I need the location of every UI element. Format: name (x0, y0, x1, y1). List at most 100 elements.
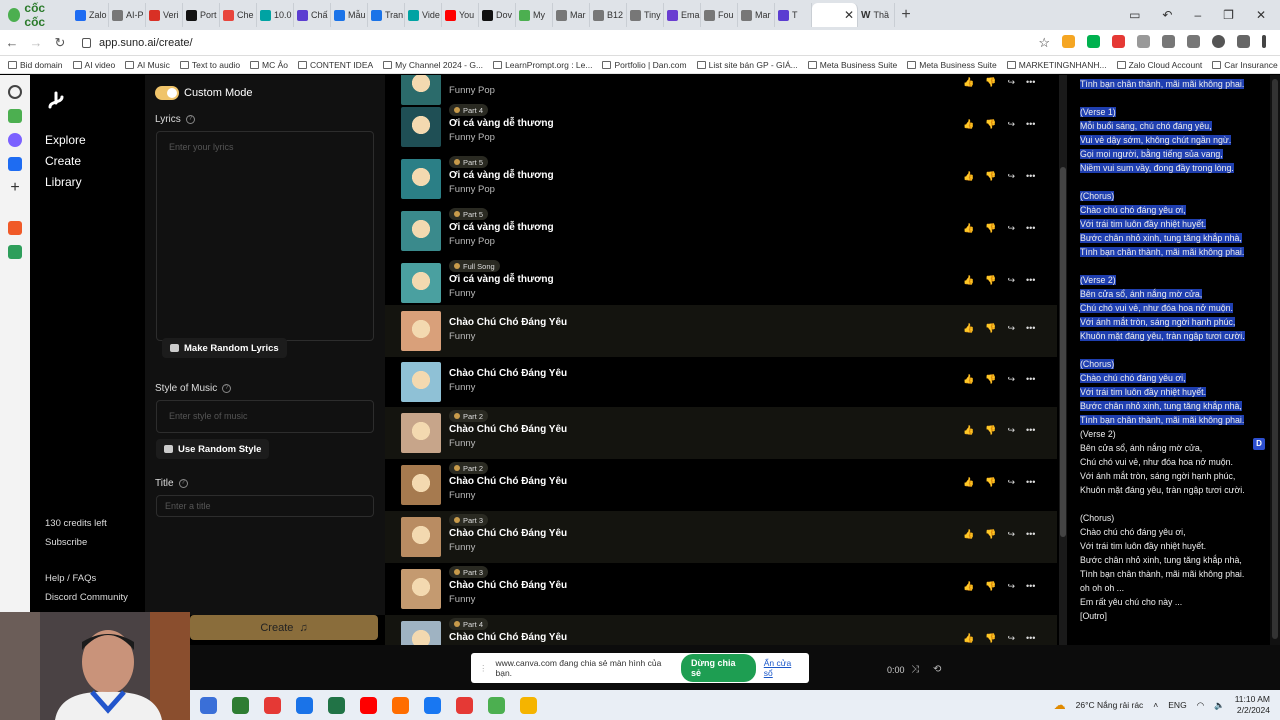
bookmark-item[interactable]: CONTENT IDEA (298, 60, 373, 70)
back-history-icon[interactable]: ↶ (1162, 8, 1172, 22)
more-options-icon[interactable]: ••• (1026, 275, 1035, 286)
back-icon[interactable]: ← (0, 35, 24, 50)
reading-list-icon[interactable] (1162, 34, 1175, 48)
extension-icon[interactable] (1087, 34, 1100, 48)
song-style[interactable]: Funny (449, 288, 475, 299)
browser-tab[interactable]: AI-P (109, 3, 146, 27)
weather-text[interactable]: 26°C Nắng rải rác (1076, 700, 1144, 710)
song-title[interactable]: Chào Chú Chó Đáng Yêu (449, 424, 567, 435)
song-thumbnail[interactable] (401, 517, 441, 557)
share-icon[interactable]: ↪ (1007, 633, 1015, 644)
puzzle-icon[interactable] (1137, 34, 1150, 48)
browser-tab[interactable]: T (775, 3, 812, 27)
share-icon[interactable]: ↪ (1007, 171, 1015, 182)
more-options-icon[interactable]: ••• (1026, 425, 1035, 436)
bookmark-star-icon[interactable]: ☆ (1038, 35, 1050, 51)
bookmark-item[interactable]: AI Music (125, 60, 170, 70)
song-title[interactable]: Chào Chú Chó Đáng Yêu (449, 476, 567, 487)
extension-icon[interactable] (1112, 34, 1125, 48)
taskbar-app-icon[interactable] (520, 696, 537, 714)
taskbar-app-icon[interactable] (232, 696, 249, 714)
browser-tab[interactable]: Veri (146, 3, 183, 27)
browser-tab[interactable]: You (442, 3, 479, 27)
taskbar-app-icon[interactable] (392, 696, 409, 714)
subscribe-link[interactable]: Subscribe (45, 537, 87, 548)
browser-tab[interactable]: B12 (590, 3, 627, 27)
song-row[interactable]: Part 3 Chào Chú Chó Đáng Yêu Funny 👍 👎 ↪ ••• (385, 511, 1057, 563)
bookmark-item[interactable]: MARKETINGNHANH... (1006, 60, 1107, 70)
song-style[interactable]: Funny Pop (449, 236, 495, 247)
song-row[interactable]: Full Song Ơi cá vàng dễ thương Funny 👍 👎 ↪ ••• (385, 257, 1057, 309)
browser-tab[interactable]: Fou (701, 3, 738, 27)
song-thumbnail[interactable] (401, 362, 441, 402)
more-options-icon[interactable]: ••• (1026, 477, 1035, 488)
thumbs-up-icon[interactable]: 👍 (963, 477, 974, 488)
tab-last[interactable]: W Thầ (858, 3, 895, 27)
drag-handle-icon[interactable]: ⋮ (479, 663, 488, 674)
browser-tab[interactable]: Dov (479, 3, 516, 27)
song-style[interactable]: Funny Pop (449, 85, 495, 96)
browser-tab[interactable]: My (516, 3, 553, 27)
hide-window-link[interactable]: Ẩn cửa sổ (764, 658, 801, 678)
close-tab-icon[interactable]: ✕ (844, 8, 854, 22)
thumbs-up-icon[interactable]: 👍 (963, 374, 974, 385)
history-icon[interactable] (8, 85, 22, 99)
thumbs-up-icon[interactable]: 👍 (963, 223, 974, 234)
thumbs-up-icon[interactable]: 👍 (963, 119, 974, 130)
make-random-lyrics-button[interactable]: Make Random Lyrics (162, 338, 287, 358)
extension-icon[interactable] (1062, 34, 1075, 48)
download-icon[interactable] (1237, 34, 1250, 48)
browser-tab[interactable]: Vide (405, 3, 442, 27)
nav-create[interactable]: Create (45, 154, 81, 168)
discord-link[interactable]: Discord Community (45, 592, 128, 603)
browser-tab[interactable]: Chấ (294, 3, 331, 27)
bookmark-item[interactable]: Meta Business Suite (907, 60, 997, 70)
bookmark-item[interactable]: AI video (72, 60, 115, 70)
share-icon[interactable]: ↪ (1007, 425, 1015, 436)
calendar-icon[interactable] (8, 245, 22, 259)
share-icon[interactable]: ↪ (1007, 275, 1015, 286)
browser-tab[interactable]: Che (220, 3, 257, 27)
song-row[interactable]: Chào Chú Chó Đáng Yêu Funny 👍 👎 ↪ ••• (385, 356, 1057, 408)
ai-icon[interactable] (8, 109, 22, 123)
share-icon[interactable]: ↪ (1007, 323, 1015, 334)
taskbar-app-icon[interactable] (264, 696, 281, 714)
song-style[interactable]: Funny (449, 438, 475, 449)
thumbs-up-icon[interactable]: 👍 (963, 323, 974, 334)
shuffle-icon[interactable]: ⤨ (911, 664, 919, 675)
cast-icon[interactable]: ▭ (1129, 8, 1140, 22)
browser-tab[interactable]: Mẫu (331, 3, 368, 27)
style-input[interactable]: Enter style of music (156, 400, 374, 433)
thumbs-down-icon[interactable]: 👎 (985, 425, 996, 436)
more-options-icon[interactable]: ••• (1026, 529, 1035, 540)
use-random-style-button[interactable]: Use Random Style (156, 439, 270, 459)
song-title[interactable]: Ơi cá vàng dễ thương (449, 170, 554, 181)
song-title[interactable]: Ơi cá vàng dễ thương (449, 274, 554, 285)
custom-mode-toggle[interactable] (155, 86, 179, 100)
bookmark-item[interactable]: MC Ảo (250, 60, 288, 70)
song-thumbnail[interactable] (401, 413, 441, 453)
bookmark-item[interactable]: My Channel 2024 - G... (383, 60, 483, 70)
share-icon[interactable]: ↪ (1007, 119, 1015, 130)
taskbar-app-icon[interactable] (360, 696, 377, 714)
share-icon[interactable]: ↪ (1007, 529, 1015, 540)
song-style[interactable]: Funny Pop (449, 132, 495, 143)
nav-explore[interactable]: Explore (45, 133, 86, 147)
bookmark-item[interactable]: Meta Business Suite (807, 60, 897, 70)
url-field[interactable]: app.suno.ai/create/ (82, 37, 1038, 49)
song-row[interactable]: Chào Chú Chó Đáng Yêu Funny 👍 👎 ↪ ••• (385, 305, 1057, 357)
thumbs-up-icon[interactable]: 👍 (963, 171, 974, 182)
browser-tab[interactable]: Mar (553, 3, 590, 27)
thumbs-up-icon[interactable]: 👍 (963, 633, 974, 644)
taskbar-app-icon[interactable] (200, 696, 217, 714)
clock[interactable]: 11:10 AM 2/2/2024 (1235, 694, 1270, 716)
thumbs-down-icon[interactable]: 👎 (985, 529, 996, 540)
stop-sharing-button[interactable]: Dừng chia sẻ (680, 654, 756, 682)
song-row[interactable]: Part 2 Chào Chú Chó Đáng Yêu Funny 👍 👎 ↪ ••• (385, 459, 1057, 511)
thumbs-down-icon[interactable]: 👎 (985, 77, 996, 88)
taskbar-app-icon[interactable] (328, 696, 345, 714)
song-row[interactable]: Part 3 Chào Chú Chó Đáng Yêu Funny 👍 👎 ↪ ••• (385, 563, 1057, 615)
browser-tab[interactable]: Tiny (627, 3, 664, 27)
scrollbar-thumb[interactable] (1060, 167, 1066, 537)
help-icon[interactable]: ? (185, 115, 195, 124)
